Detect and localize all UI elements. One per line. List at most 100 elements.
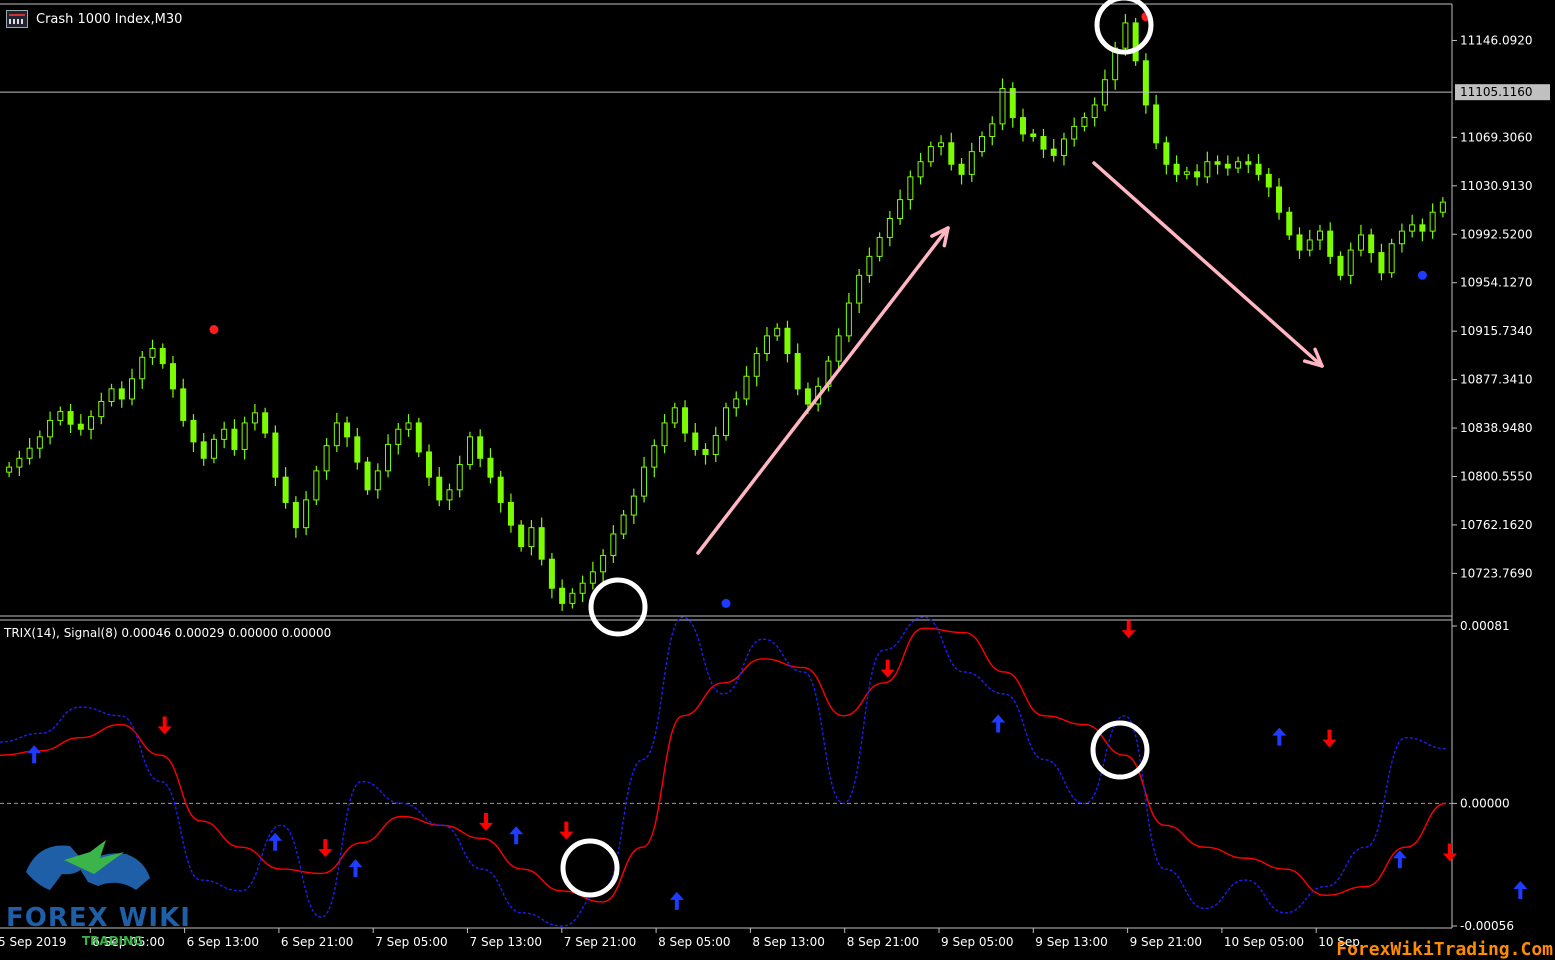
arrow-down-shape xyxy=(1121,620,1136,639)
candle-body xyxy=(323,445,330,472)
logo-subtext: TRADING xyxy=(82,934,144,948)
candle-body xyxy=(1194,171,1201,178)
candle-body xyxy=(794,353,801,390)
candle-body xyxy=(1306,239,1313,251)
indicator-pane[interactable] xyxy=(0,616,1528,929)
candle-body xyxy=(569,592,576,604)
candle-body xyxy=(129,378,136,400)
candle-body xyxy=(426,451,433,478)
annotation-overlays xyxy=(560,0,1324,898)
candle-body xyxy=(1224,163,1231,169)
price-pane[interactable] xyxy=(0,3,1453,928)
arrow-up-shape xyxy=(27,745,42,764)
candle-body xyxy=(999,88,1006,125)
candle-body xyxy=(723,407,729,437)
candle-body xyxy=(1255,163,1262,175)
candle-body xyxy=(641,466,648,497)
candle-body xyxy=(620,514,627,535)
trix-line xyxy=(0,627,1447,903)
candle-body xyxy=(231,428,238,450)
current-price-label: 11105.1160 xyxy=(1460,85,1533,99)
arrow-up-shape xyxy=(1513,880,1528,899)
candle-body xyxy=(1429,211,1436,232)
arrow-down-icon xyxy=(880,659,895,678)
highlight-circle xyxy=(588,577,648,637)
candle-body xyxy=(743,375,750,400)
candle-body xyxy=(1357,234,1364,251)
candle-body xyxy=(630,495,637,516)
candle-body xyxy=(702,448,709,455)
highlight-circle xyxy=(1090,720,1150,780)
candle-body xyxy=(1347,249,1354,276)
price-tick-label: 10838.9480 xyxy=(1460,421,1533,435)
time-tick-label: 10 Sep 05:00 xyxy=(1224,935,1304,949)
candle-body xyxy=(415,422,422,453)
time-axis: 5 Sep 2019 6 Sep 05:00 6 Sep 13:00 6 Sep 21… xyxy=(0,928,1360,949)
candle-body xyxy=(1060,138,1067,156)
candle-body xyxy=(989,123,996,137)
arrow-down-shape xyxy=(559,821,574,840)
chart-canvas[interactable]: 11146.0920 11069.3060 11030.9130 10992.5200… xyxy=(0,0,1555,960)
candle-body xyxy=(1419,224,1426,232)
candle-body xyxy=(364,461,371,491)
candle-body xyxy=(1214,161,1221,165)
candle-body xyxy=(1245,161,1252,165)
candle-body xyxy=(405,422,412,430)
price-tick-label: 10762.1620 xyxy=(1460,518,1533,532)
price-tick-label: 11030.9130 xyxy=(1460,179,1533,193)
arrow-down-shape xyxy=(157,716,172,735)
candle-body xyxy=(1163,142,1170,165)
highlight-circle xyxy=(560,838,620,898)
candle-body xyxy=(159,347,166,365)
candle-body xyxy=(917,161,924,178)
arrow-up-shape xyxy=(509,826,524,845)
arrow-up-icon xyxy=(1513,880,1528,899)
candle-body xyxy=(528,527,535,548)
candle-body xyxy=(733,398,740,409)
price-tick-label: 10954.1270 xyxy=(1460,276,1533,290)
price-tick-label: 10723.7690 xyxy=(1460,566,1533,580)
candle-body xyxy=(47,419,54,438)
candle-body xyxy=(149,347,156,358)
chart-title: Crash 1000 Index,M30 xyxy=(36,11,183,27)
candle-body xyxy=(139,356,146,380)
time-tick-label: 9 Sep 13:00 xyxy=(1035,935,1107,949)
candle-body xyxy=(477,436,484,459)
candle-body xyxy=(958,163,965,175)
indicator-tick-label: 0.00081 xyxy=(1460,619,1510,633)
price-tick-label: 10800.5550 xyxy=(1460,469,1533,483)
candle-body xyxy=(6,466,13,473)
signal-dot xyxy=(1417,270,1427,280)
candle-body xyxy=(507,501,514,526)
candle-body xyxy=(579,582,586,594)
chart-window-icon[interactable] xyxy=(6,10,28,28)
candle-body xyxy=(1378,252,1385,274)
candle-body xyxy=(436,476,443,501)
candle-body xyxy=(200,441,207,459)
candle-body xyxy=(538,527,545,560)
arrow-down-icon xyxy=(157,716,172,735)
candle-body xyxy=(26,447,33,459)
candle-body xyxy=(835,335,842,362)
candle-body xyxy=(968,151,975,175)
candle-body xyxy=(979,135,986,153)
indicator-tick-label: 0.00000 xyxy=(1460,796,1510,810)
candle-body xyxy=(856,274,863,304)
candle-body xyxy=(374,470,381,491)
candle-body xyxy=(1142,60,1149,106)
candle-body xyxy=(210,438,217,459)
candle-body xyxy=(1265,173,1272,188)
candle-body xyxy=(1316,230,1323,241)
arrow-down-icon xyxy=(1443,843,1457,862)
trend-arrow-up xyxy=(696,226,950,555)
candle-body xyxy=(272,432,279,478)
candle-body xyxy=(600,554,607,573)
candle-body xyxy=(886,218,893,238)
candle-body xyxy=(1009,88,1016,119)
price-tick-label: 11069.3060 xyxy=(1460,130,1533,144)
candle-body xyxy=(466,436,473,466)
candle-body xyxy=(682,407,689,434)
arrow-up-icon xyxy=(1272,727,1287,746)
indicator-tick-label: -0.00056 xyxy=(1460,919,1514,933)
candle-body xyxy=(938,142,945,148)
